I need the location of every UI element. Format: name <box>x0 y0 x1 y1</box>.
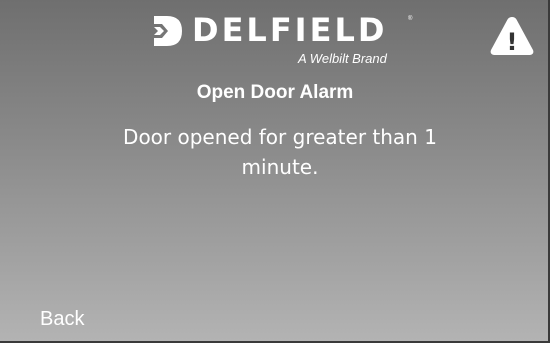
back-button[interactable]: Back <box>40 308 84 331</box>
warning-icon-glyph: ! <box>507 28 518 56</box>
brand-name: DELFIELD <box>192 11 388 49</box>
delfield-logo-mark-icon <box>154 16 182 46</box>
alarm-title: Open Door Alarm <box>196 82 354 103</box>
brand-tagline: A Welbilt Brand <box>298 51 387 66</box>
alarm-screen: DELFIELD ® A Welbilt Brand ! Open Door A… <box>0 0 550 343</box>
warning-icon: ! <box>490 17 534 56</box>
trademark-symbol: ® <box>408 16 413 22</box>
alarm-message: Door opened for greater than 1 minute. <box>123 125 437 179</box>
delfield-logo: DELFIELD ® A Welbilt Brand <box>150 11 413 68</box>
